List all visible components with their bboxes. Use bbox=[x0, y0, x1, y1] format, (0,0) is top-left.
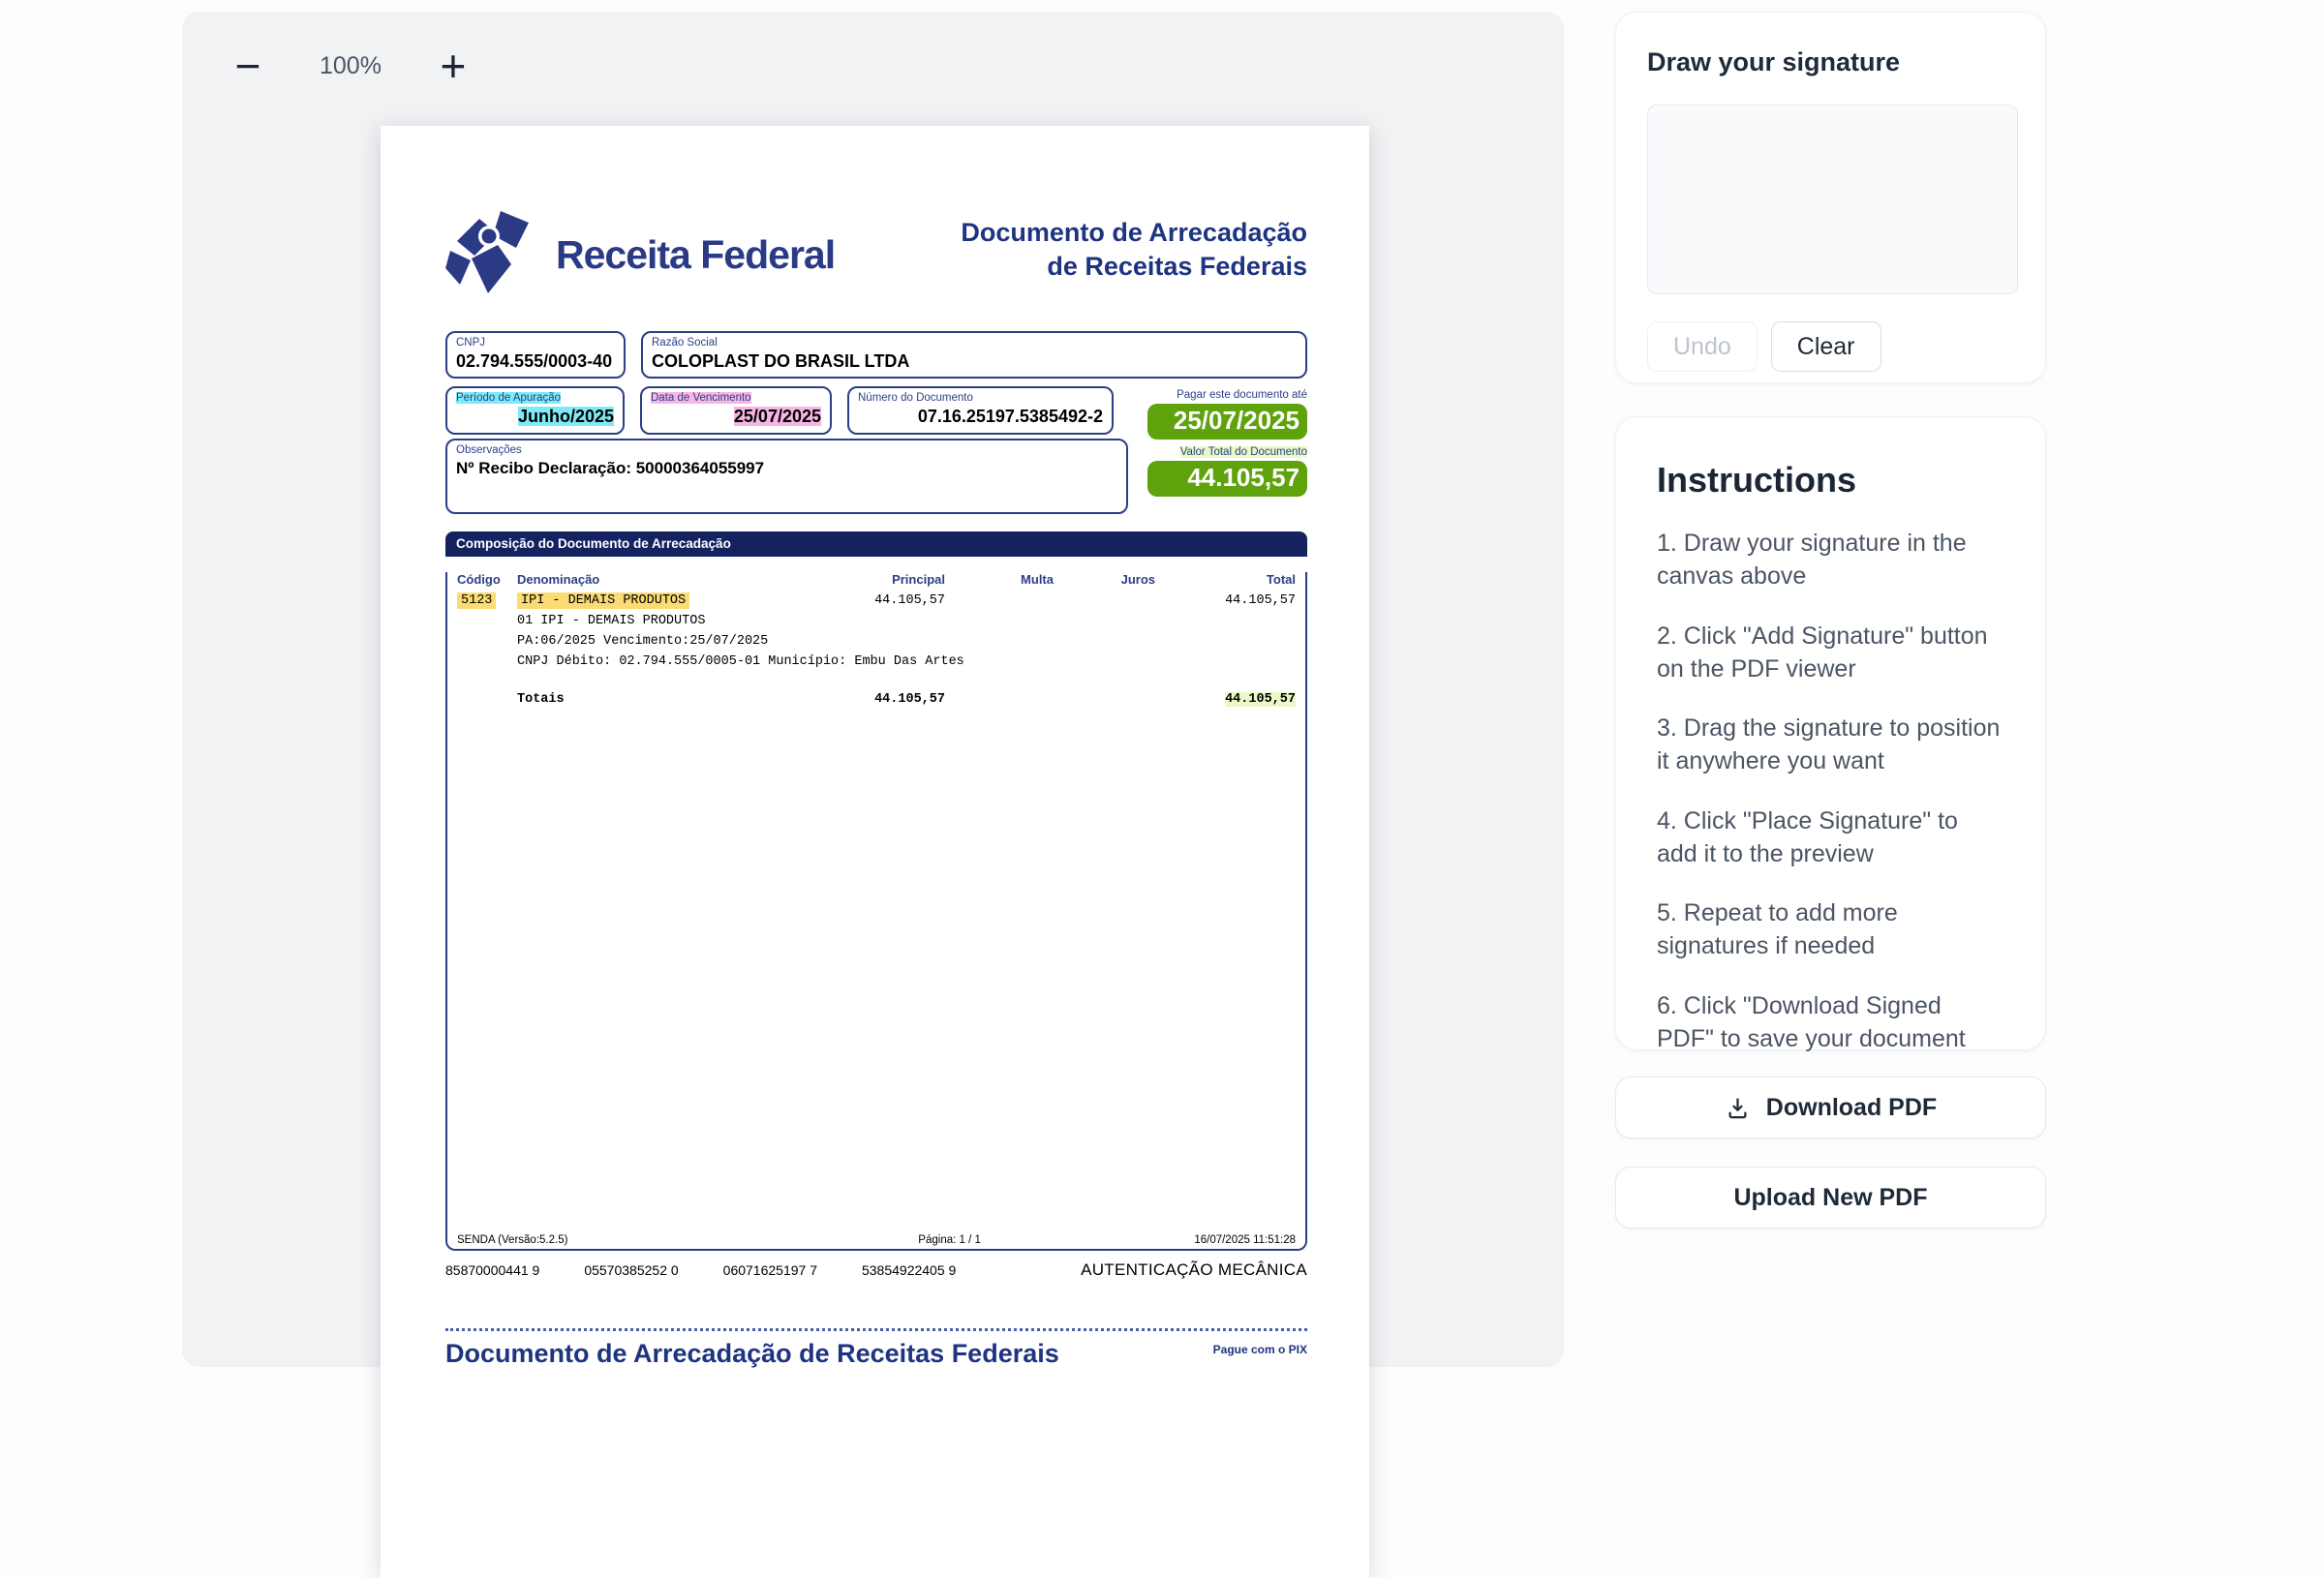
receita-federal-logo: Receita Federal bbox=[445, 208, 835, 302]
signature-card: Draw your signature Undo Clear bbox=[1615, 12, 2046, 383]
cut-separator bbox=[445, 1328, 1307, 1331]
download-icon bbox=[1725, 1095, 1751, 1121]
cnpj-field: CNPJ 02.794.555/0003-40 bbox=[445, 331, 626, 379]
col-juros: Juros bbox=[1054, 572, 1155, 587]
composicao-section-header: Composição do Documento de Arrecadação bbox=[445, 531, 1307, 557]
instruction-step: 4. Click "Place Signature" to add it to … bbox=[1657, 804, 2004, 871]
zoom-level: 100% bbox=[320, 52, 382, 80]
observacoes-field: Observações Nº Recibo Declaração: 500003… bbox=[445, 439, 1128, 514]
instructions-card: Instructions 1. Draw your signature in t… bbox=[1615, 416, 2046, 1050]
download-pdf-label: Download PDF bbox=[1766, 1094, 1937, 1122]
senda-version: SENDA (Versão:5.2.5) bbox=[457, 1234, 567, 1246]
pagar-ate-label: Pagar este documento até bbox=[1147, 389, 1307, 401]
zoom-toolbar: − 100% + bbox=[223, 41, 478, 91]
periodo-apuracao-label: Período de Apuração bbox=[456, 391, 614, 406]
signature-card-title: Draw your signature bbox=[1647, 47, 2014, 77]
data-vencimento-value: 25/07/2025 bbox=[651, 406, 821, 428]
col-multa: Multa bbox=[945, 572, 1054, 587]
table-row: 5123 IPI - DEMAIS PRODUTOS 44.105,57 44.… bbox=[457, 593, 1296, 608]
row-total: 44.105,57 bbox=[1155, 593, 1296, 608]
numero-documento-label: Número do Documento bbox=[858, 391, 1103, 406]
table-detail-line: 01 IPI - DEMAIS PRODUTOS bbox=[457, 614, 1296, 628]
row-codigo: 5123 bbox=[457, 593, 517, 608]
observacoes-value: Nº Recibo Declaração: 50000364055997 bbox=[456, 458, 1117, 478]
instruction-step: 5. Repeat to add more signatures if need… bbox=[1657, 896, 2004, 963]
table-detail-line: CNPJ Débito: 02.794.555/0005-01 Municípi… bbox=[457, 654, 1296, 669]
instructions-title: Instructions bbox=[1657, 460, 2004, 501]
fields-rows-2-3: Período de Apuração Junho/2025 Data de V… bbox=[445, 386, 1307, 513]
col-denominacao: Denominação bbox=[517, 572, 800, 587]
data-vencimento-field: Data de Vencimento 25/07/2025 bbox=[640, 386, 832, 434]
pdf-viewer-panel: − 100% + bbox=[182, 12, 1564, 1367]
totais-principal: 44.105,57 bbox=[800, 692, 945, 707]
composicao-table: Código Denominação Principal Multa Juros… bbox=[445, 572, 1307, 1251]
undo-button[interactable]: Undo bbox=[1647, 321, 1758, 372]
payment-column: Pagar este documento até 25/07/2025 Valo… bbox=[1147, 389, 1307, 497]
cnpj-label: CNPJ bbox=[456, 336, 615, 350]
barcode-number: 85870000441 9 bbox=[445, 1262, 539, 1278]
razao-social-value: COLOPLAST DO BRASIL LTDA bbox=[652, 350, 1297, 373]
numero-documento-value: 07.16.25197.5385492-2 bbox=[858, 406, 1103, 428]
signature-actions: Undo Clear bbox=[1647, 321, 2014, 372]
totais-label: Totais bbox=[517, 692, 800, 707]
signature-canvas[interactable] bbox=[1647, 105, 2018, 294]
barcode-number: 53854922405 9 bbox=[862, 1262, 956, 1278]
instruction-step: 6. Click "Download Signed PDF" to save y… bbox=[1657, 989, 2004, 1056]
barcode-numbers-row: 85870000441 9 05570385252 0 06071625197 … bbox=[445, 1260, 1307, 1280]
table-detail-line: PA:06/2025 Vencimento:25/07/2025 bbox=[457, 634, 1296, 649]
next-section-header: Documento de Arrecadação de Receitas Fed… bbox=[445, 1339, 1307, 1369]
col-total: Total bbox=[1155, 572, 1296, 587]
logo-text: Receita Federal bbox=[556, 232, 835, 278]
instruction-step: 3. Drag the signature to position it any… bbox=[1657, 712, 2004, 778]
pagar-ate-value-badge: 25/07/2025 bbox=[1147, 404, 1307, 440]
barcode-number: 05570385252 0 bbox=[584, 1262, 678, 1278]
col-codigo: Código bbox=[457, 572, 517, 587]
barcode-number: 06071625197 7 bbox=[723, 1262, 817, 1278]
document-footer-row: SENDA (Versão:5.2.5) Página: 1 / 1 16/07… bbox=[457, 1234, 1296, 1246]
cnpj-value: 02.794.555/0003-40 bbox=[456, 350, 615, 373]
page-indicator: Página: 1 / 1 bbox=[918, 1234, 981, 1246]
instruction-step: 1. Draw your signature in the canvas abo… bbox=[1657, 527, 2004, 593]
receita-federal-logo-icon bbox=[445, 208, 542, 302]
valor-total-value-badge: 44.105,57 bbox=[1147, 461, 1307, 497]
periodo-apuracao-field: Período de Apuração Junho/2025 bbox=[445, 386, 625, 434]
document-header: Receita Federal Documento de Arrecadação… bbox=[445, 208, 1307, 302]
footer-datetime: 16/07/2025 11:51:28 bbox=[1194, 1234, 1296, 1246]
pix-label: Pague com o PIX bbox=[1213, 1343, 1307, 1356]
zoom-in-button[interactable]: + bbox=[428, 41, 478, 91]
document-title: Documento de Arrecadação de Receitas Fed… bbox=[961, 216, 1307, 284]
razao-social-field: Razão Social COLOPLAST DO BRASIL LTDA bbox=[641, 331, 1307, 379]
download-pdf-button[interactable]: Download PDF bbox=[1615, 1077, 2046, 1138]
data-vencimento-label: Data de Vencimento bbox=[651, 391, 821, 406]
totais-total: 44.105,57 bbox=[1155, 692, 1296, 707]
col-principal: Principal bbox=[800, 572, 945, 587]
autenticacao-mecanica-label: AUTENTICAÇÃO MECÂNICA bbox=[1081, 1260, 1307, 1280]
periodo-apuracao-value: Junho/2025 bbox=[456, 406, 614, 428]
row-principal: 44.105,57 bbox=[800, 593, 945, 608]
valor-total-label: Valor Total do Documento bbox=[1147, 446, 1307, 458]
numero-documento-field: Número do Documento 07.16.25197.5385492-… bbox=[847, 386, 1114, 434]
upload-pdf-button[interactable]: Upload New PDF bbox=[1615, 1167, 2046, 1229]
zoom-out-button[interactable]: − bbox=[223, 41, 273, 91]
next-section-title: Documento de Arrecadação de Receitas Fed… bbox=[445, 1339, 1059, 1369]
razao-social-label: Razão Social bbox=[652, 336, 1297, 350]
row-denominacao: IPI - DEMAIS PRODUTOS bbox=[517, 593, 800, 608]
darf-document: Receita Federal Documento de Arrecadação… bbox=[445, 126, 1307, 1369]
totais-row: Totais 44.105,57 44.105,57 bbox=[457, 692, 1296, 707]
upload-pdf-label: Upload New PDF bbox=[1733, 1184, 1927, 1212]
table-header-row: Código Denominação Principal Multa Juros… bbox=[457, 572, 1296, 587]
pdf-page: Receita Federal Documento de Arrecadação… bbox=[381, 126, 1369, 1578]
observacoes-label: Observações bbox=[456, 443, 1117, 458]
fields-row-1: CNPJ 02.794.555/0003-40 Razão Social COL… bbox=[445, 331, 1307, 379]
instruction-step: 2. Click "Add Signature" button on the P… bbox=[1657, 620, 2004, 686]
clear-button[interactable]: Clear bbox=[1771, 321, 1881, 372]
